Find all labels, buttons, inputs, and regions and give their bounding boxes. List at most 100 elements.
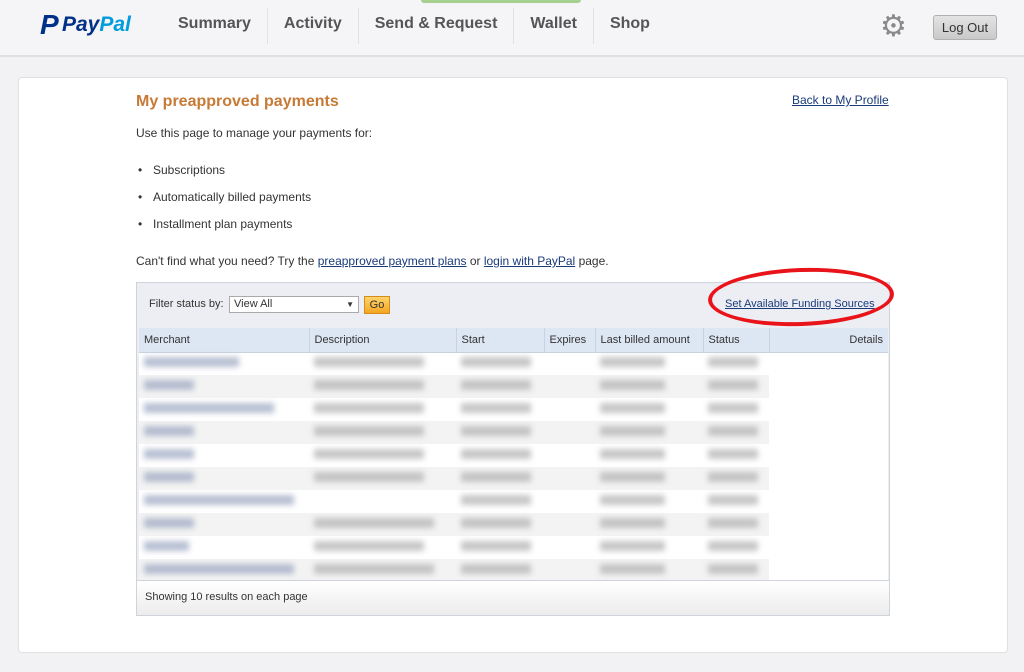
redacted-value	[600, 449, 665, 459]
table-cell	[544, 375, 595, 398]
status-filter-select[interactable]: View All ▼	[229, 296, 359, 313]
table-cell	[595, 421, 703, 444]
redacted-value	[461, 472, 531, 482]
list-item: Subscriptions	[136, 163, 311, 190]
col-status[interactable]: Status	[703, 328, 770, 353]
table-row[interactable]	[139, 444, 888, 467]
redacted-value[interactable]	[144, 357, 239, 368]
table-cell	[769, 536, 888, 559]
table-cell	[309, 375, 456, 398]
table-cell	[139, 375, 309, 398]
table-cell	[456, 536, 544, 559]
table-row[interactable]	[139, 513, 888, 536]
paypal-logo[interactable]: P Pay Pal	[40, 9, 131, 40]
redacted-value	[708, 495, 758, 505]
table-row[interactable]	[139, 559, 888, 582]
table-cell	[769, 421, 888, 444]
nav-summary[interactable]: Summary	[162, 8, 267, 44]
back-to-profile-link[interactable]: Back to My Profile	[792, 93, 889, 107]
table-cell	[595, 398, 703, 421]
paypal-p-icon: P	[40, 9, 59, 40]
table-cell	[456, 398, 544, 421]
nav-send-request[interactable]: Send & Request	[357, 8, 514, 44]
col-expires[interactable]: Expires	[544, 328, 596, 353]
table-cell	[595, 467, 703, 490]
table-cell	[769, 513, 888, 536]
redacted-value[interactable]	[144, 495, 294, 505]
dropdown-arrow-icon: ▼	[346, 300, 354, 309]
table-cell	[309, 490, 456, 513]
redacted-value	[708, 541, 758, 551]
table-cell	[456, 352, 544, 375]
table-cell	[595, 352, 703, 375]
redacted-value	[600, 380, 665, 390]
table-cell	[139, 352, 309, 375]
redacted-value[interactable]	[144, 426, 194, 436]
table-row[interactable]	[139, 536, 888, 559]
table-cell	[703, 375, 769, 398]
table-cell	[456, 490, 544, 513]
payments-table: Merchant Description Start Expires Last …	[139, 328, 888, 582]
redacted-value	[708, 518, 758, 528]
redacted-value[interactable]	[144, 472, 194, 482]
payment-types-list: Subscriptions Automatically billed payme…	[136, 163, 311, 244]
table-cell	[595, 536, 703, 559]
redacted-value[interactable]	[144, 541, 189, 551]
table-row[interactable]	[139, 352, 888, 375]
table-cell	[703, 398, 769, 421]
table-row[interactable]	[139, 490, 888, 513]
table-cell	[139, 398, 309, 421]
table-row[interactable]	[139, 467, 888, 490]
payments-panel: Filter status by: View All ▼ Go Set Avail…	[136, 282, 890, 616]
table-cell	[703, 421, 769, 444]
filter-label: Filter status by:	[149, 298, 224, 310]
log-out-button[interactable]: Log Out	[933, 15, 997, 40]
table-cell	[309, 513, 456, 536]
redacted-value	[314, 357, 424, 368]
table-cell	[456, 444, 544, 467]
table-cell	[769, 467, 888, 490]
col-merchant[interactable]: Merchant	[139, 328, 310, 353]
table-cell	[544, 490, 595, 513]
col-start[interactable]: Start	[456, 328, 545, 353]
go-button[interactable]: Go	[364, 296, 390, 314]
col-details[interactable]: Details	[769, 328, 888, 353]
col-description[interactable]: Description	[309, 328, 457, 353]
table-cell	[139, 490, 309, 513]
login-with-paypal-link[interactable]: login with PayPal	[484, 254, 575, 268]
table-row[interactable]	[139, 398, 888, 421]
table-cell	[139, 536, 309, 559]
table-cell	[309, 398, 456, 421]
redacted-value	[461, 426, 531, 436]
table-row[interactable]	[139, 421, 888, 444]
table-cell	[595, 444, 703, 467]
redacted-value	[600, 403, 665, 413]
nav-shop[interactable]: Shop	[592, 8, 666, 44]
nav-wallet[interactable]: Wallet	[513, 8, 593, 44]
redacted-value[interactable]	[144, 518, 194, 528]
logo-text-pal: Pal	[99, 13, 131, 36]
table-cell	[544, 467, 595, 490]
redacted-value	[600, 518, 665, 528]
gear-icon[interactable]: ⚙	[880, 12, 907, 42]
table-cell	[309, 536, 456, 559]
redacted-value[interactable]	[144, 380, 194, 390]
redacted-value	[461, 564, 531, 574]
redacted-value	[708, 380, 758, 390]
table-cell	[703, 513, 769, 536]
redacted-value	[600, 357, 665, 368]
table-cell	[309, 559, 456, 582]
table-cell	[769, 444, 888, 467]
redacted-value	[600, 541, 665, 551]
nav-activity[interactable]: Activity	[266, 8, 358, 44]
table-cell	[703, 352, 769, 375]
redacted-value[interactable]	[144, 564, 294, 574]
preapproved-plans-link[interactable]: preapproved payment plans	[318, 254, 467, 268]
col-last-billed[interactable]: Last billed amount	[595, 328, 704, 353]
redacted-value	[600, 495, 665, 505]
table-cell	[544, 559, 595, 582]
table-row[interactable]	[139, 375, 888, 398]
redacted-value[interactable]	[144, 403, 274, 413]
active-indicator	[421, 0, 581, 3]
redacted-value[interactable]	[144, 449, 194, 459]
